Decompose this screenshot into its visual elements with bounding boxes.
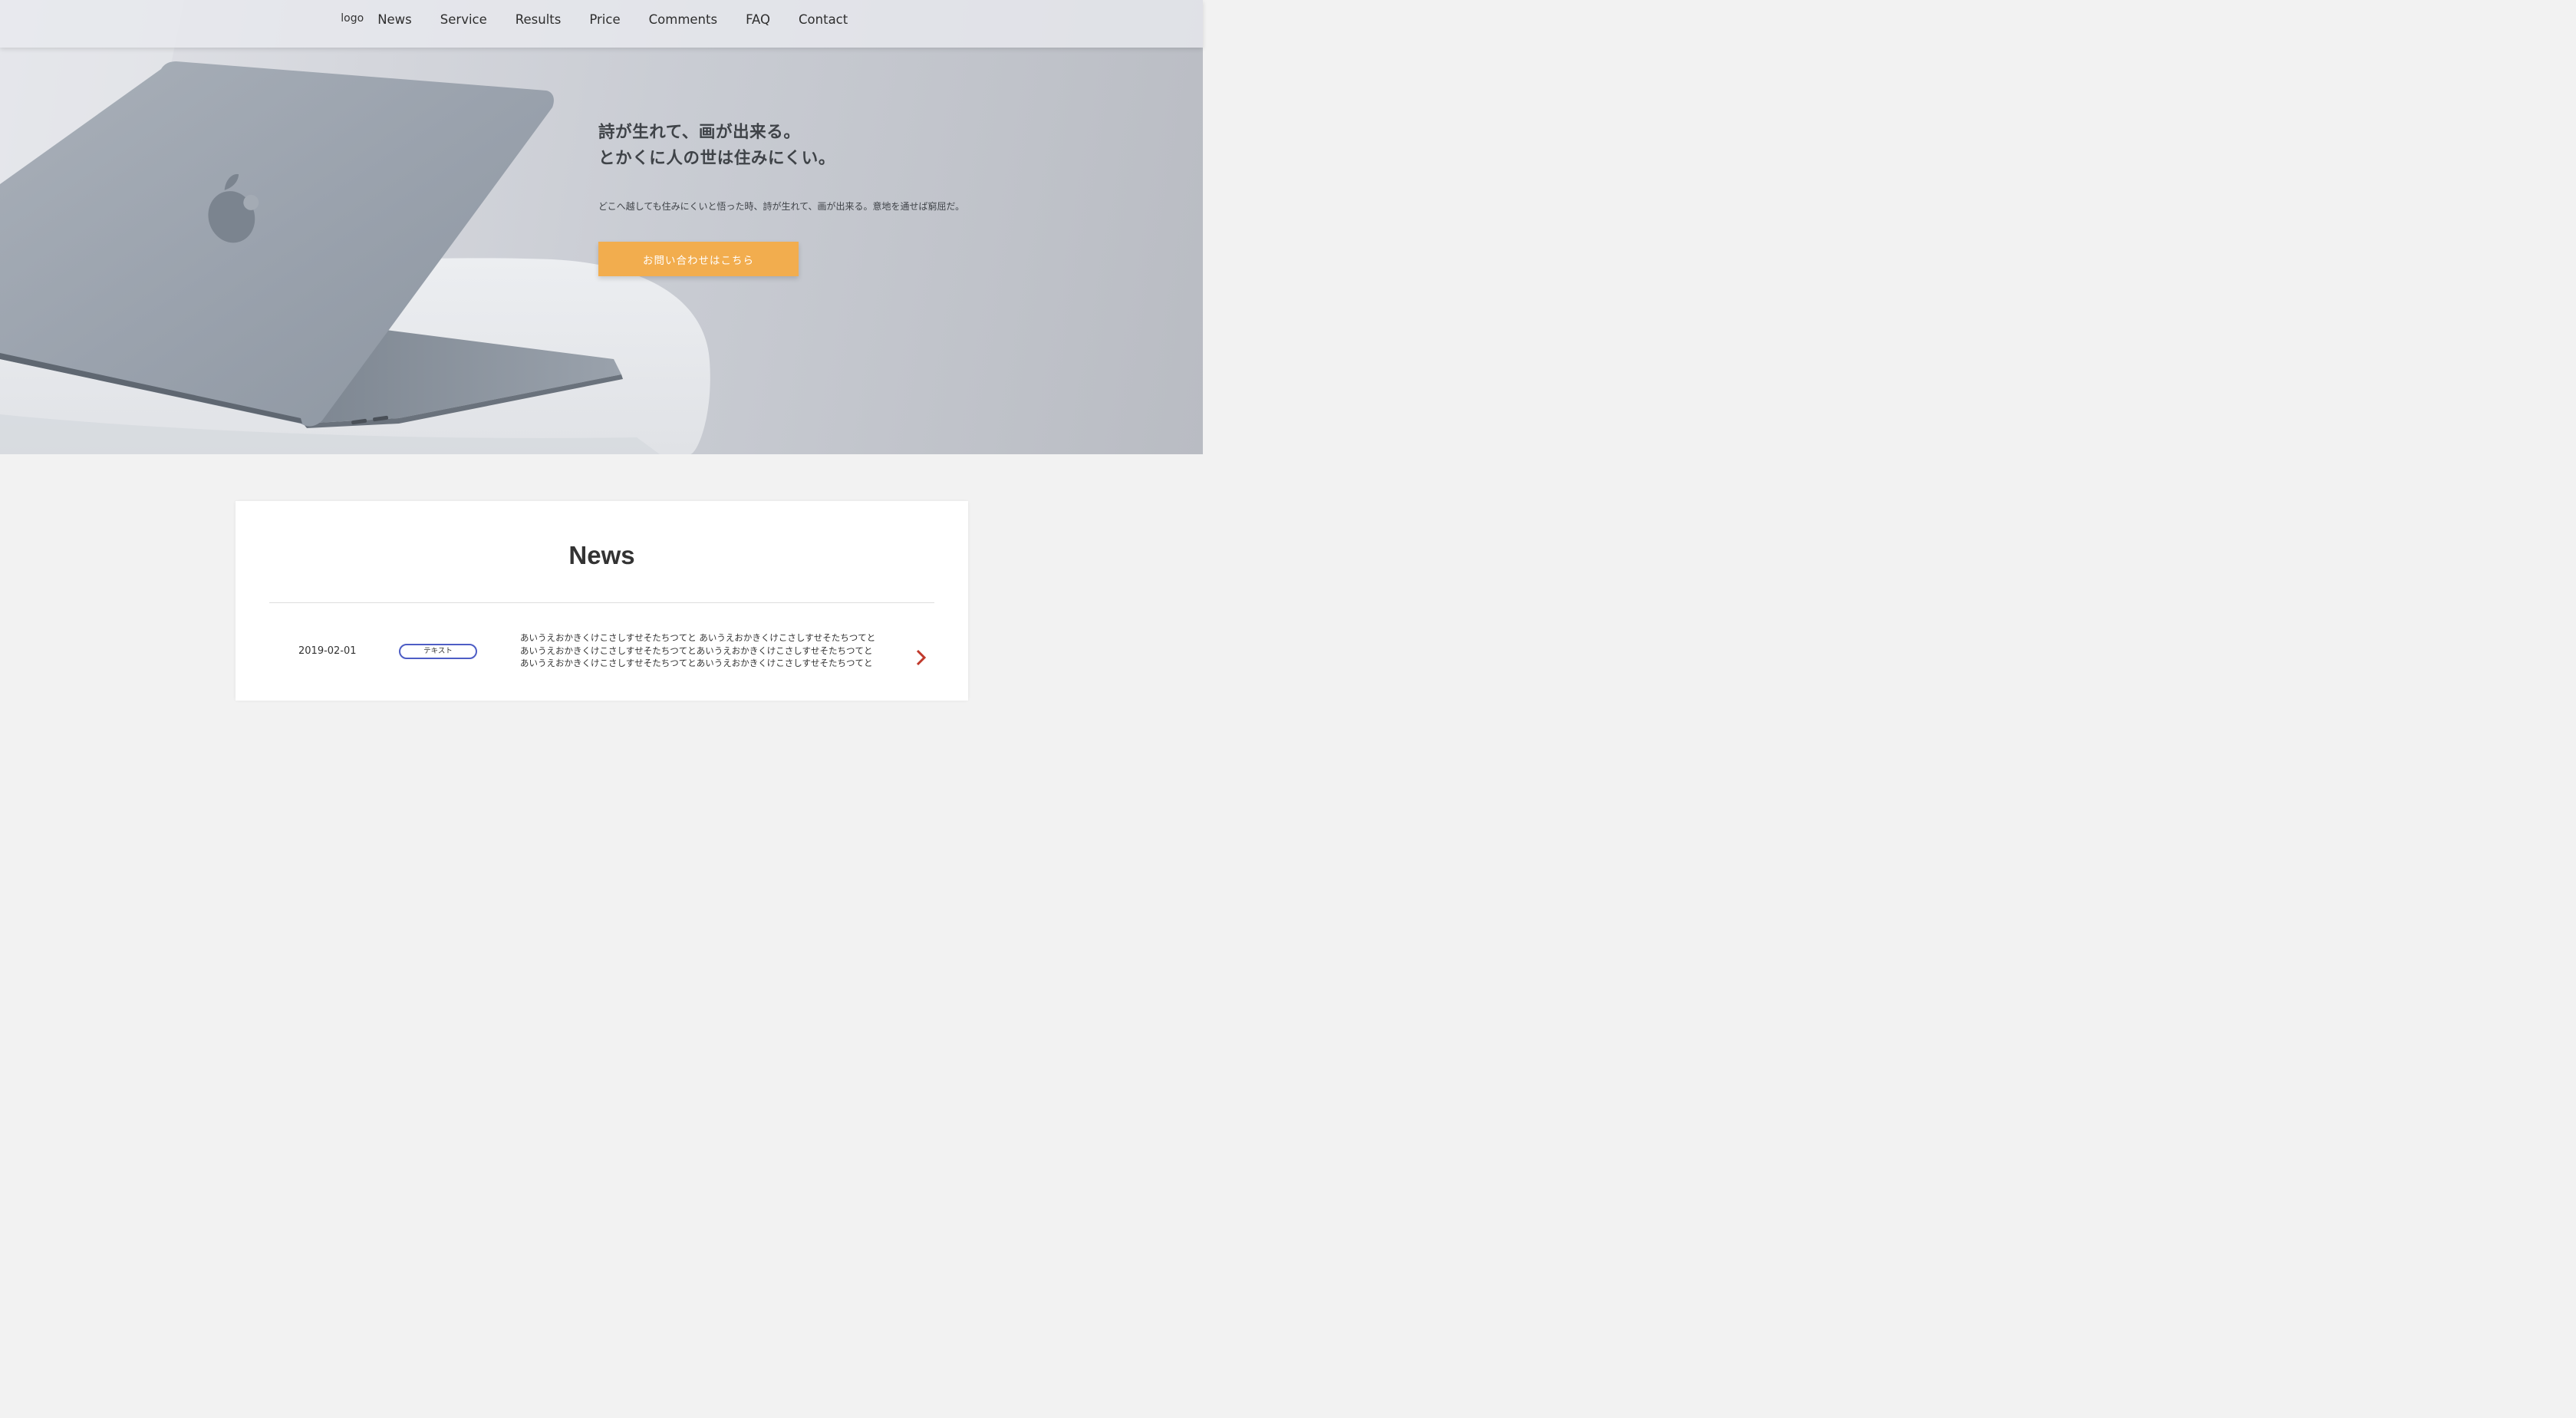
news-divider bbox=[269, 602, 934, 603]
hero-title-line-2: とかくに人の世は住みにくい。 bbox=[598, 149, 835, 168]
site-header: logo News Service Results Price Comments… bbox=[0, 0, 1203, 48]
logo[interactable]: logo bbox=[341, 12, 364, 25]
hero-title-line-1: 詩が生れて、画が出来る。 bbox=[598, 123, 801, 142]
news-item-text: あいうえおかきくけこさしすせそたちつてと あいうえおかきくけこさしすせそたちつて… bbox=[520, 632, 911, 670]
hero-laptop-image bbox=[0, 0, 710, 454]
news-item-text-line: あいうえおかきくけこさしすせそたちつてとあいうえおかきくけこさしすせそたちつてと bbox=[520, 645, 873, 656]
nav-item-results[interactable]: Results bbox=[516, 12, 562, 27]
nav-item-comments[interactable]: Comments bbox=[649, 12, 717, 27]
news-item-date: 2019-02-01 bbox=[298, 645, 357, 657]
news-title: News bbox=[568, 541, 635, 569]
news-item-text-line: あいうえおかきくけこさしすせそたちつてと あいうえおかきくけこさしすせそたちつて… bbox=[520, 632, 876, 643]
news-item-text-line: あいうえおかきくけこさしすせそたちつてとあいうえおかきくけこさしすせそたちつてと bbox=[520, 658, 873, 668]
news-item-tag: テキスト bbox=[399, 644, 477, 659]
news-section: News 2019-02-01 テキスト あいうえおかきくけこさしすせそたちつて… bbox=[236, 501, 968, 701]
nav-item-news[interactable]: News bbox=[377, 12, 412, 27]
nav-item-service[interactable]: Service bbox=[440, 12, 487, 27]
hero-section: 詩が生れて、画が出来る。 とかくに人の世は住みにくい。 どこへ越しても住みにくい… bbox=[0, 0, 1203, 454]
nav-item-contact[interactable]: Contact bbox=[799, 12, 848, 27]
hero-subtitle: どこへ越しても住みにくいと悟った時、詩が生れて、画が出来る。意地を通せば窮屈だ。 bbox=[598, 201, 965, 212]
hero-heading: 詩が生れて、画が出来る。 とかくに人の世は住みにくい。 bbox=[598, 120, 835, 172]
contact-cta-button[interactable]: お問い合わせはこちら bbox=[598, 242, 799, 276]
hero-title: 詩が生れて、画が出来る。 とかくに人の世は住みにくい。 bbox=[598, 120, 835, 172]
nav-item-price[interactable]: Price bbox=[589, 12, 620, 27]
main-nav: logo News Service Results Price Comments… bbox=[0, 0, 1203, 38]
chevron-right-icon[interactable] bbox=[915, 648, 927, 667]
nav-item-faq[interactable]: FAQ bbox=[746, 12, 770, 27]
